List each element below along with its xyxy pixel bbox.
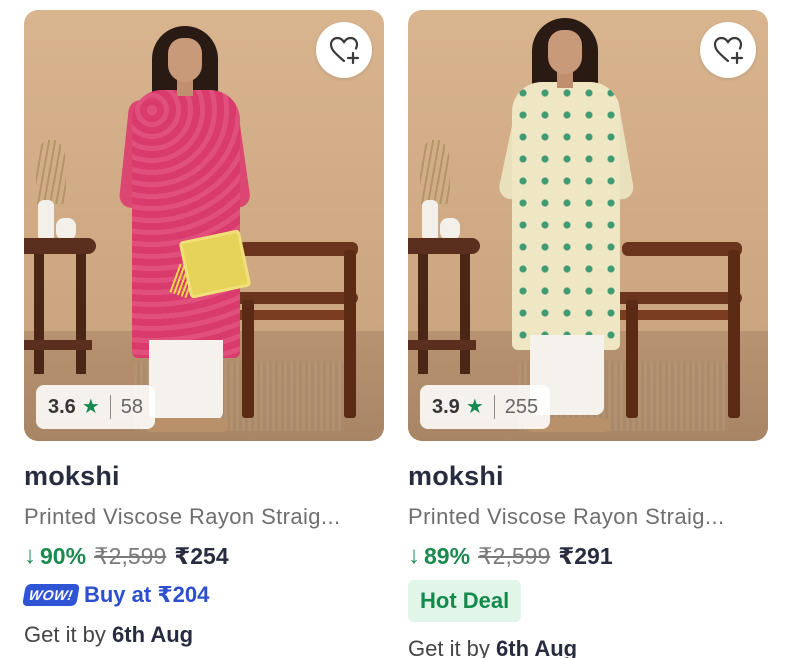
wishlist-button[interactable] (316, 22, 372, 78)
side-table (24, 238, 96, 254)
chair-leg (344, 250, 356, 418)
arrow-down-icon: ↓ (24, 542, 36, 569)
arrow-down-icon: ↓ (408, 542, 420, 569)
delivery-info: Get it by 6th Aug (408, 636, 768, 658)
rating-badge: 3.9 ★ 255 (420, 385, 551, 429)
product-card[interactable]: 3.6 ★ 58 mokshi Printed Viscose Rayon St… (22, 10, 384, 658)
product-image[interactable]: 3.9 ★ 255 (408, 10, 768, 441)
mrp-price: ₹2,599 (478, 542, 551, 569)
divider (109, 395, 111, 419)
rating-score: 3.9 (432, 395, 460, 418)
table-leg (76, 254, 86, 374)
chair (622, 242, 742, 256)
selling-price: ₹254 (174, 542, 229, 569)
discount-percent: 90% (40, 542, 87, 569)
hot-deal-badge: Hot Deal (408, 580, 522, 622)
discount-percent: 89% (424, 542, 471, 569)
vase (38, 200, 54, 240)
price-row: ↓ 89% ₹2,599 ₹291 (408, 542, 768, 570)
wishlist-button[interactable] (700, 22, 756, 78)
chair-leg (242, 300, 254, 418)
rating-count: 255 (504, 395, 539, 418)
heart-plus-icon (329, 36, 360, 65)
chair-leg (728, 250, 740, 418)
dried-grass-decor (36, 140, 66, 204)
selling-price: ₹291 (558, 542, 613, 569)
table-leg (460, 254, 470, 374)
star-icon: ★ (81, 396, 100, 418)
side-table (408, 238, 480, 254)
rating-count: 58 (120, 395, 143, 418)
price-row: ↓ 90% ₹2,599 ₹254 (24, 542, 384, 570)
table-leg (418, 254, 428, 374)
product-card[interactable]: 3.9 ★ 255 mokshi Printed Viscose Rayon S… (408, 10, 768, 658)
table-shelf (24, 340, 92, 350)
heart-plus-icon (713, 36, 744, 65)
chair-leg (626, 300, 638, 418)
dried-grass-decor (420, 140, 450, 204)
clutch-bag (178, 229, 252, 299)
brand-name[interactable]: mokshi (24, 461, 384, 492)
delivery-prefix: Get it by (24, 622, 113, 647)
delivery-date: 6th Aug (112, 622, 194, 647)
product-image[interactable]: 3.6 ★ 58 (24, 10, 384, 441)
offer-text: Buy at ₹204 (83, 582, 210, 607)
star-icon: ★ (465, 396, 484, 418)
table-leg (34, 254, 44, 374)
mrp-price: ₹2,599 (94, 542, 167, 569)
divider (493, 395, 495, 419)
delivery-info: Get it by 6th Aug (24, 622, 384, 648)
brand-name[interactable]: mokshi (408, 461, 768, 492)
table-shelf (408, 340, 476, 350)
vase (440, 218, 460, 240)
chair (238, 242, 358, 256)
rating-score: 3.6 (48, 395, 76, 418)
delivery-prefix: Get it by (408, 636, 497, 658)
vase (422, 200, 438, 240)
product-grid: 3.6 ★ 58 mokshi Printed Viscose Rayon St… (0, 0, 800, 658)
product-name[interactable]: Printed Viscose Rayon Straig... (24, 504, 384, 530)
rating-badge: 3.6 ★ 58 (36, 385, 155, 429)
delivery-date: 6th Aug (496, 636, 578, 658)
offer-row: WOW! Buy at ₹204 (22, 582, 384, 608)
vase (56, 218, 76, 240)
wow-badge: WOW! (22, 584, 80, 606)
product-name[interactable]: Printed Viscose Rayon Straig... (408, 504, 768, 530)
